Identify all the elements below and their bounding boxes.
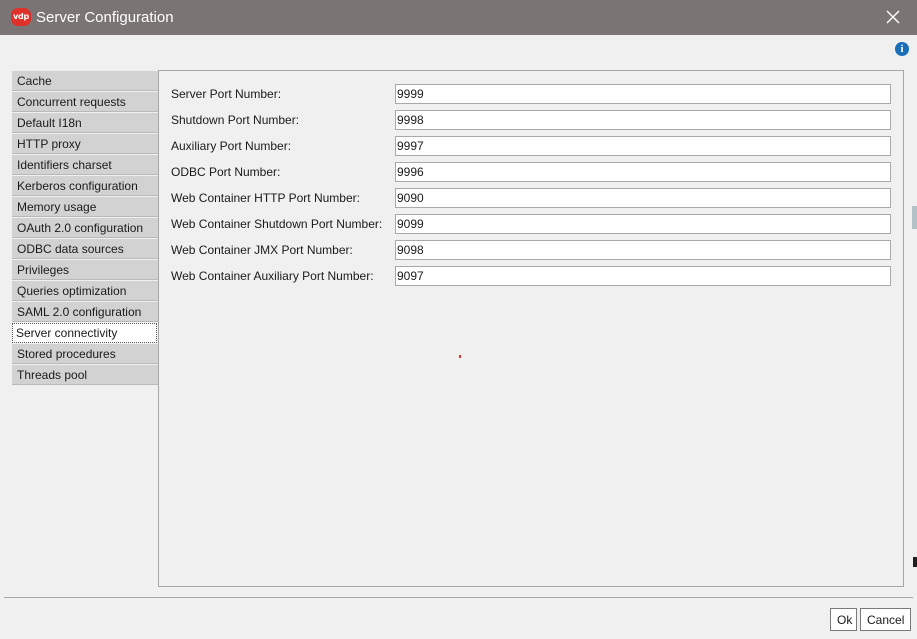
background-window-edge — [912, 206, 917, 229]
field-label: Web Container JMX Port Number: — [171, 243, 353, 257]
form-row: Shutdown Port Number: — [159, 110, 903, 131]
footer-divider — [4, 597, 913, 598]
field-label: Shutdown Port Number: — [171, 113, 300, 127]
field-label: Web Container HTTP Port Number: — [171, 191, 360, 205]
field-label: Server Port Number: — [171, 87, 282, 101]
close-button[interactable] — [878, 3, 908, 31]
form-row: Web Container JMX Port Number: — [159, 240, 903, 261]
port-number-input[interactable] — [395, 240, 891, 260]
field-label: Web Container Shutdown Port Number: — [171, 217, 383, 231]
sidebar-item-memory-usage[interactable]: Memory usage — [12, 197, 159, 217]
field-label: Web Container Auxiliary Port Number: — [171, 269, 374, 283]
port-number-input[interactable] — [395, 84, 891, 104]
info-icon[interactable]: i — [895, 42, 909, 56]
server-connectivity-panel: Server Port Number: Shutdown Port Number:… — [158, 70, 904, 587]
sidebar-item-cache[interactable]: Cache — [12, 71, 159, 91]
port-number-input[interactable] — [395, 188, 891, 208]
port-number-input[interactable] — [395, 266, 891, 286]
form-row: Web Container HTTP Port Number: — [159, 188, 903, 209]
settings-category-list: Cache Concurrent requests Default I18n HTTP… — [12, 70, 159, 386]
sidebar-item-kerberos-configuration[interactable]: Kerberos configuration — [12, 176, 159, 196]
port-number-input[interactable] — [395, 136, 891, 156]
sidebar-item-odbc-data-sources[interactable]: ODBC data sources — [12, 239, 159, 259]
sidebar-item-oauth-2-0-configuration[interactable]: OAuth 2.0 configuration — [12, 218, 159, 238]
sidebar-item-default-i18n[interactable]: Default I18n — [12, 113, 159, 133]
sidebar-item-http-proxy[interactable]: HTTP proxy — [12, 134, 159, 154]
field-label: ODBC Port Number: — [171, 165, 281, 179]
form-row: Web Container Auxiliary Port Number: — [159, 266, 903, 287]
cancel-button[interactable]: Cancel — [860, 608, 911, 631]
vdp-logo-icon: vdp — [11, 8, 31, 26]
sidebar-item-threads-pool[interactable]: Threads pool — [12, 365, 159, 385]
form-row: Auxiliary Port Number: — [159, 136, 903, 157]
dialog-title: Server Configuration — [36, 9, 174, 26]
sidebar-item-concurrent-requests[interactable]: Concurrent requests — [12, 92, 159, 112]
port-number-input[interactable] — [395, 162, 891, 182]
red-marker — [459, 355, 461, 358]
title-bar[interactable]: vdp Server Configuration — [0, 0, 917, 35]
form-row: Web Container Shutdown Port Number: — [159, 214, 903, 235]
sidebar-item-server-connectivity[interactable]: Server connectivity — [12, 323, 157, 343]
port-number-input[interactable] — [395, 214, 891, 234]
port-number-input[interactable] — [395, 110, 891, 130]
sidebar-item-privileges[interactable]: Privileges — [12, 260, 159, 280]
form-row: ODBC Port Number: — [159, 162, 903, 183]
sidebar-item-queries-optimization[interactable]: Queries optimization — [12, 281, 159, 301]
background-window-edge-dark — [913, 557, 917, 567]
field-label: Auxiliary Port Number: — [171, 139, 292, 153]
ok-button[interactable]: Ok — [830, 608, 857, 631]
sidebar-item-stored-procedures[interactable]: Stored procedures — [12, 344, 159, 364]
sidebar-item-identifiers-charset[interactable]: Identifiers charset — [12, 155, 159, 175]
close-icon — [886, 10, 900, 24]
form-row: Server Port Number: — [159, 84, 903, 105]
sidebar-item-saml-2-0-configuration[interactable]: SAML 2.0 configuration — [12, 302, 159, 322]
server-configuration-dialog: vdp Server Configuration i Cache Concurre… — [0, 0, 917, 639]
